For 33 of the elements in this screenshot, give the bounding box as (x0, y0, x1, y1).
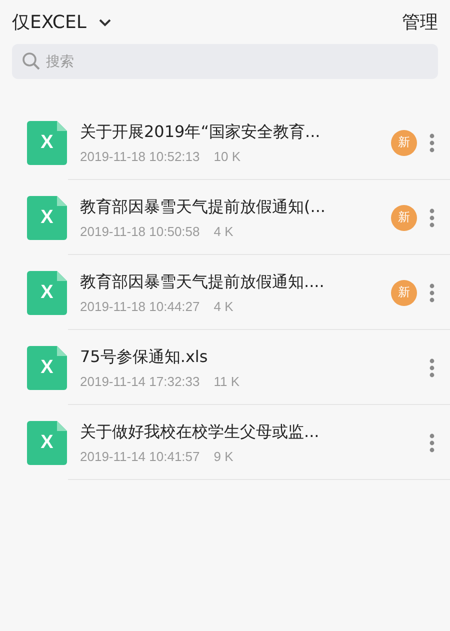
file-date: 2019-11-14 17:32:33 (80, 374, 200, 388)
manage-button[interactable]: 管理 (402, 10, 438, 34)
search-icon (22, 52, 40, 70)
file-name: 关于做好我校在校学生父母或监... (80, 422, 320, 442)
spreadsheet-file-icon: X (27, 120, 67, 164)
file-size: 9 K (214, 448, 234, 464)
more-icon[interactable] (429, 432, 435, 452)
file-size: 4 K (214, 224, 234, 238)
file-date: 2019-11-18 10:50:58 (80, 224, 200, 238)
new-badge: 新 (391, 280, 417, 306)
spreadsheet-file-icon: X (27, 270, 67, 314)
more-icon[interactable] (429, 132, 435, 152)
more-icon[interactable] (429, 282, 435, 302)
new-badge: 新 (391, 204, 417, 230)
file-date: 2019-11-18 10:44:27 (80, 298, 200, 314)
file-name: 教育部因暴雪天气提前放假通知.... (80, 272, 326, 292)
caret-icon (98, 18, 112, 26)
file-date: 2019-11-18 10:52:13 (80, 148, 200, 164)
more-icon[interactable] (429, 358, 435, 378)
file-name: 教育部因暴雪天气提前放假通知(... (80, 196, 326, 218)
file-size: 10 K (214, 148, 240, 164)
spreadsheet-file-icon: X (27, 346, 67, 390)
file-name: 75号参保通知.xls (80, 346, 209, 368)
spreadsheet-file-icon: X (27, 196, 67, 240)
file-size: 4 K (214, 298, 234, 314)
new-badge: 新 (391, 130, 417, 156)
file-size: 11 K (214, 374, 240, 388)
file-date: 2019-11-14 10:41:57 (80, 448, 200, 464)
search-field[interactable]: 搜索 (12, 44, 438, 79)
more-icon[interactable] (429, 208, 435, 228)
file-name: 关于开展2019年“国家安全教育... (80, 122, 322, 142)
spreadsheet-file-icon: X (27, 420, 67, 464)
filter-dropdown[interactable]: 仅EXCEL (12, 10, 112, 34)
